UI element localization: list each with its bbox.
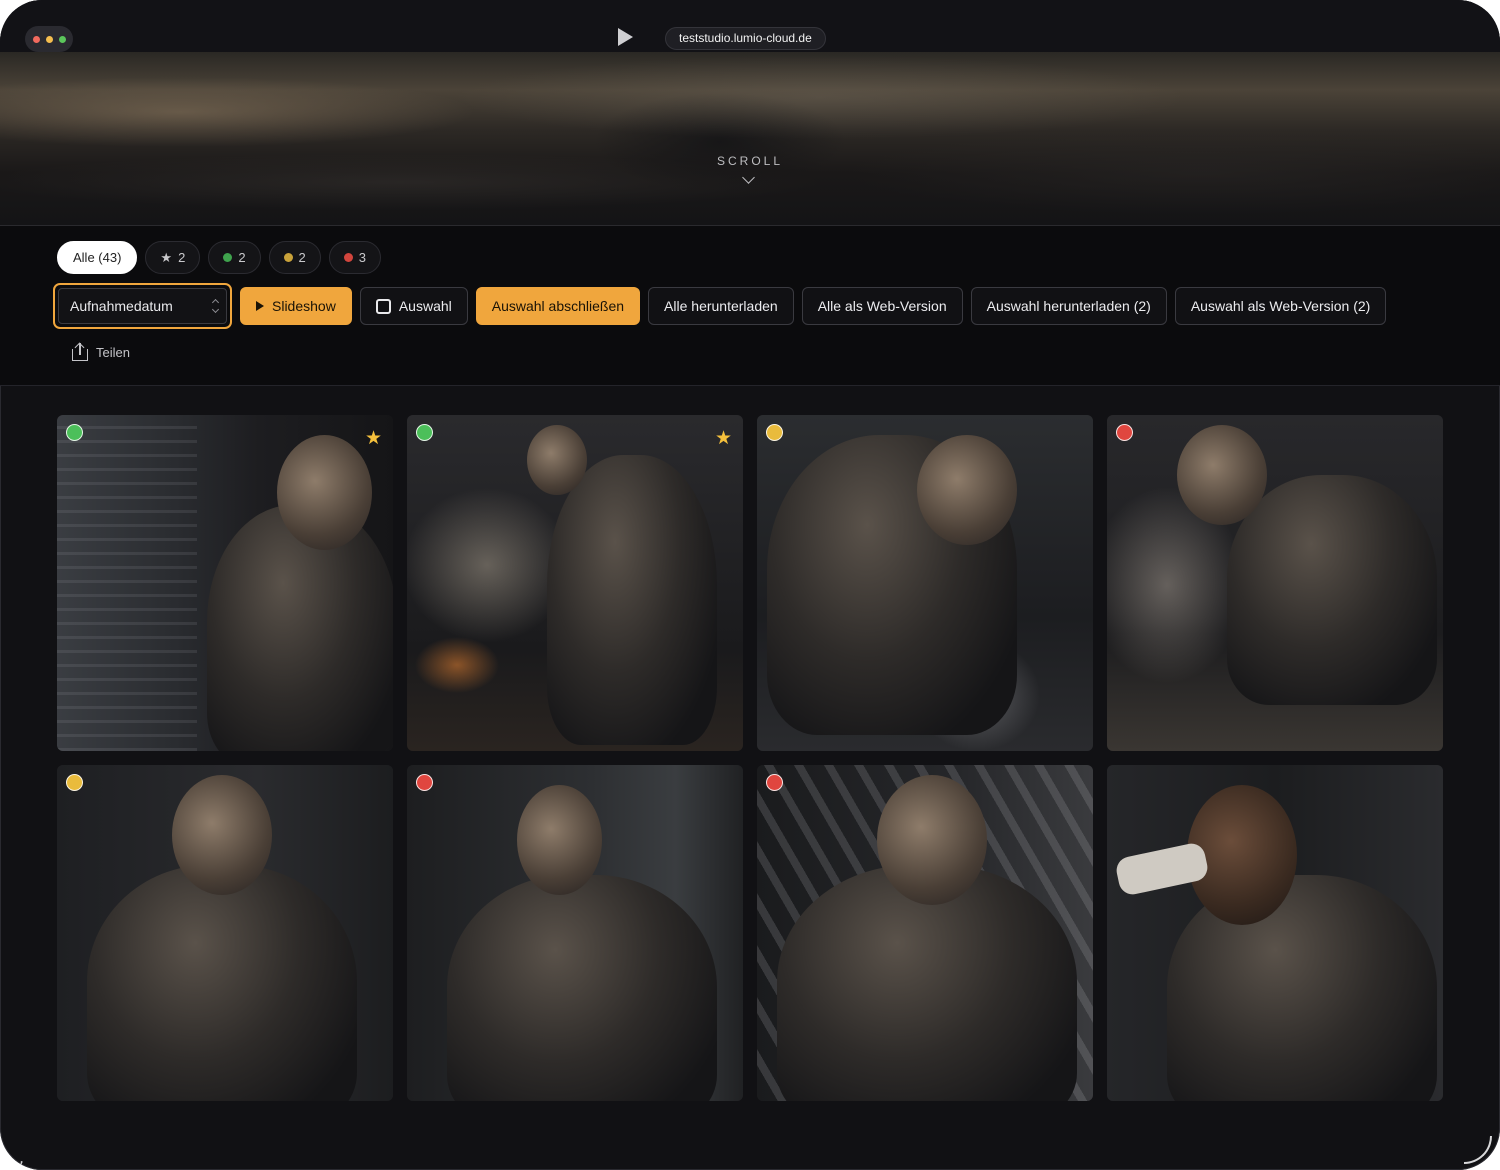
filter-yellow-count: 2: [298, 250, 306, 265]
photo-face: [172, 775, 272, 895]
url-bar[interactable]: teststudio.lumio-cloud.de: [665, 27, 826, 50]
star-icon[interactable]: ★: [715, 429, 732, 448]
filter-green[interactable]: 2: [208, 241, 261, 274]
filter-green-count: 2: [238, 250, 246, 265]
action-toolbar: Aufnahmedatum Slideshow Auswahl Auswahl …: [53, 283, 1387, 329]
download-all-button[interactable]: Alle herunterladen: [648, 287, 794, 325]
hero-background-image: [0, 52, 1500, 225]
browser-top-bar: teststudio.lumio-cloud.de: [0, 0, 1500, 54]
selection-label: Auswahl: [398, 298, 452, 314]
filter-all-label: Alle (43): [73, 250, 122, 265]
red-dot-icon: [343, 253, 353, 262]
selection-toggle-button[interactable]: Auswahl: [359, 287, 468, 325]
photo-tile[interactable]: [757, 765, 1093, 1101]
browser-window: teststudio.lumio-cloud.de SCROLL Alle (4…: [0, 0, 1500, 1170]
status-dot-green[interactable]: [416, 424, 433, 441]
sort-arrows-icon: [211, 298, 220, 314]
slideshow-label: Slideshow: [272, 298, 336, 314]
play-icon: [256, 301, 264, 311]
filter-starred[interactable]: ★ 2: [145, 241, 201, 274]
status-dot-red[interactable]: [416, 774, 433, 791]
share-label: Teilen: [96, 344, 130, 360]
slideshow-button[interactable]: Slideshow: [240, 287, 352, 325]
yellow-dot-icon: [283, 253, 293, 262]
photo-face: [527, 425, 587, 495]
filter-yellow[interactable]: 2: [268, 241, 321, 274]
status-dot-red[interactable]: [766, 774, 783, 791]
photo-figure: [1227, 475, 1437, 705]
filter-red[interactable]: 3: [328, 241, 382, 274]
share-icon: [72, 342, 88, 361]
star-icon: ★: [160, 249, 173, 265]
photo-tile[interactable]: ★: [407, 415, 743, 751]
status-dot-yellow[interactable]: [66, 774, 83, 791]
photo-tile[interactable]: [757, 415, 1093, 751]
close-window-icon[interactable]: [32, 35, 40, 43]
filter-starred-count: 2: [178, 250, 186, 265]
photo-detail: [57, 415, 197, 751]
photo-face: [517, 785, 602, 895]
photo-figure: [87, 865, 357, 1101]
share-button[interactable]: Teilen: [72, 342, 130, 361]
maximize-window-icon[interactable]: [58, 35, 66, 43]
filter-all[interactable]: Alle (43): [57, 241, 138, 274]
sort-select-value: Aufnahmedatum: [70, 298, 173, 314]
finish-selection-button[interactable]: Auswahl abschließen: [475, 287, 641, 325]
photo-face: [877, 775, 987, 905]
filter-red-count: 3: [358, 250, 367, 265]
photo-figure: [447, 875, 717, 1101]
download-selection-button[interactable]: Auswahl herunterladen (2): [970, 287, 1167, 325]
corner-text: e.,: [2, 1152, 26, 1167]
minimize-window-icon[interactable]: [45, 35, 53, 43]
photo-tile[interactable]: [57, 765, 393, 1101]
checkbox-icon: [375, 298, 391, 314]
sort-select-box: Aufnahmedatum: [58, 288, 227, 324]
photo-grid: ★ ★: [57, 415, 1443, 1101]
photo-tile[interactable]: [1107, 765, 1443, 1101]
window-controls[interactable]: [25, 26, 73, 52]
status-dot-red[interactable]: [1116, 424, 1133, 441]
photo-tile[interactable]: ★: [57, 415, 393, 751]
status-dot-green[interactable]: [66, 424, 83, 441]
photo-face: [1177, 425, 1267, 525]
resize-handle-icon[interactable]: [1464, 1136, 1492, 1164]
sort-select[interactable]: Aufnahmedatum: [53, 283, 232, 329]
star-icon[interactable]: ★: [365, 429, 382, 448]
green-dot-icon: [223, 253, 233, 262]
all-web-version-button[interactable]: Alle als Web-Version: [801, 287, 963, 325]
status-dot-yellow[interactable]: [766, 424, 783, 441]
scroll-hint[interactable]: SCROLL: [0, 154, 1500, 168]
cursor-icon: [618, 28, 633, 46]
hero-banner: SCROLL: [0, 52, 1500, 226]
photo-figure: [547, 455, 717, 745]
gallery-controls: Alle (43) ★ 2 2 2 3 Aufnahmedatum Slides…: [0, 226, 1500, 386]
photo-face: [277, 435, 372, 550]
filter-chips: Alle (43) ★ 2 2 2 3: [57, 241, 382, 274]
selection-web-version-button[interactable]: Auswahl als Web-Version (2): [1174, 287, 1387, 325]
photo-tile[interactable]: [1107, 415, 1443, 751]
photo-tile[interactable]: [407, 765, 743, 1101]
photo-face: [917, 435, 1017, 545]
